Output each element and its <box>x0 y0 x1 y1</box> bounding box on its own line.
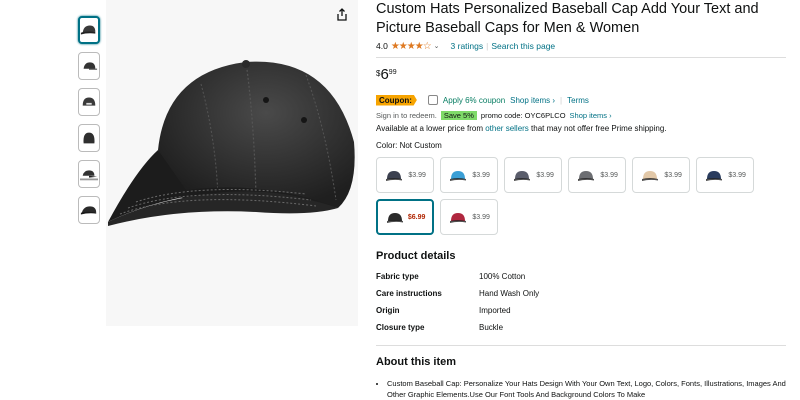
other-sellers-link[interactable]: other sellers <box>485 124 529 133</box>
table-row: Care instructions Hand Wash Only <box>376 289 539 306</box>
color-swatch[interactable]: $3.99 <box>376 157 434 193</box>
cap-icon <box>83 62 98 70</box>
table-row: Origin Imported <box>376 306 539 323</box>
cap-icon <box>450 171 467 181</box>
about-this-item-title: About this item <box>376 356 457 368</box>
color-swatch[interactable]: $6.99 <box>376 199 434 235</box>
rating-value: 4.0 <box>376 41 388 51</box>
color-swatch[interactable]: $3.99 <box>568 157 626 193</box>
thumbnail-strip <box>78 16 104 232</box>
color-swatch[interactable]: $3.99 <box>632 157 690 193</box>
cap-icon <box>82 97 96 106</box>
product-details-section: Product details Fabric type 100% Cotton Ca… <box>376 250 786 340</box>
cap-icon <box>80 25 96 35</box>
baseball-cap-image <box>108 60 355 226</box>
promo-code-text: promo code: OYC6PLCO <box>480 111 566 120</box>
swatch-price: $3.99 <box>664 171 682 179</box>
availability-prefix: Available at a lower price from <box>376 124 486 133</box>
promo-row: Sign in to redeem. Save 5% promo code: O… <box>376 110 786 121</box>
thumbnail-cap-flat[interactable] <box>78 196 100 224</box>
product-title: Custom Hats Personalized Baseball Cap Ad… <box>376 1 759 36</box>
list-item: Custom Baseball Cap: Personalize Your Ha… <box>387 378 786 400</box>
detail-value: 100% Cotton <box>479 272 526 281</box>
ratings-count-link[interactable]: 3 ratings <box>451 41 484 51</box>
thumbnail-cap-back[interactable] <box>78 124 100 152</box>
thumbnail-cap-front[interactable] <box>78 16 100 44</box>
swatch-price: $3.99 <box>728 171 746 179</box>
cap-icon <box>450 213 467 223</box>
separator: | <box>560 95 563 105</box>
table-row: Fabric type 100% Cotton <box>376 272 539 289</box>
cap-icon <box>514 171 531 181</box>
cap-icon <box>83 132 95 144</box>
table-row: Closure type Buckle <box>376 323 539 340</box>
main-product-image[interactable] <box>106 0 358 326</box>
share-button[interactable] <box>334 6 350 22</box>
detail-value: Buckle <box>479 323 504 332</box>
color-swatch[interactable]: $3.99 <box>440 157 498 193</box>
cap-icon <box>386 213 403 223</box>
promo-shop-items-link[interactable]: Shop items › <box>570 111 612 120</box>
swatch-price: $3.99 <box>600 171 618 179</box>
thumbnail-cap-side[interactable] <box>78 52 100 80</box>
share-icon <box>337 7 347 21</box>
star-rating-icon[interactable]: ★★★★☆ <box>391 41 432 52</box>
product-details-table: Fabric type 100% Cotton Care instructions H… <box>376 272 539 340</box>
color-swatches: $3.99 $3.99 $3.99 $3.99 $3.99 $3.99 $6.99 $3.99 <box>376 157 766 235</box>
sign-in-to-redeem-text[interactable]: Sign in to redeem. <box>376 111 437 120</box>
thumbnail-cap-back-strap[interactable] <box>78 88 100 116</box>
price-fraction: 99 <box>388 69 397 76</box>
color-swatch[interactable]: $3.99 <box>440 199 498 235</box>
color-swatch[interactable]: $3.99 <box>696 157 754 193</box>
price-whole: 6 <box>380 66 389 83</box>
cap-icon <box>80 206 97 215</box>
cap-icon <box>642 171 659 181</box>
cap-icon <box>386 171 403 181</box>
swatch-price: $3.99 <box>536 171 554 179</box>
price: $ 6 99 <box>376 67 786 85</box>
cap-icon <box>578 171 595 181</box>
detail-key: Closure type <box>376 323 425 332</box>
save-badge: Save 5% <box>440 111 477 120</box>
coupon-row: Coupon: Apply 6% coupon Shop items › | T… <box>376 94 786 106</box>
coupon-shop-items-link[interactable]: Shop items › <box>510 96 555 105</box>
color-swatch[interactable]: $3.99 <box>504 157 562 193</box>
rating-row: 4.0 ★★★★☆ ⌄ 3 ratings | Search this page <box>376 40 786 52</box>
divider <box>376 57 786 58</box>
detail-key: Fabric type <box>376 272 419 281</box>
cap-icon <box>706 171 723 181</box>
product-details-column: Custom Hats Personalized Baseball Cap Ad… <box>376 0 786 400</box>
detail-key: Origin <box>376 306 400 315</box>
swatch-price: $6.99 <box>407 213 426 221</box>
about-this-item-section: About this item Custom Baseball Cap: Per… <box>376 356 786 400</box>
chevron-down-icon[interactable]: ⌄ <box>434 42 440 50</box>
about-bullets: Custom Baseball Cap: Personalize Your Ha… <box>376 378 786 400</box>
separator: | <box>486 41 489 51</box>
availability-text: Available at a lower price from other se… <box>376 124 786 135</box>
availability-suffix: that may not offer free Prime shipping. <box>528 124 667 133</box>
coupon-badge: Coupon: <box>376 94 417 106</box>
thumbnail-cap-model[interactable] <box>78 160 100 188</box>
swatch-price: $3.99 <box>408 171 426 179</box>
coupon-checkbox[interactable] <box>427 95 438 105</box>
search-this-page-link[interactable]: Search this page <box>491 41 555 51</box>
detail-key: Care instructions <box>376 289 442 298</box>
detail-value: Hand Wash Only <box>479 289 540 298</box>
detail-value: Imported <box>479 306 511 315</box>
apply-coupon-label[interactable]: Apply 6% coupon <box>443 96 505 105</box>
divider <box>376 345 786 346</box>
color-label: Color: Not Custom <box>376 141 442 150</box>
swatch-price: $3.99 <box>472 171 490 179</box>
terms-link[interactable]: Terms <box>567 96 589 105</box>
cap-icon <box>80 170 98 181</box>
product-details-title: Product details <box>376 250 456 262</box>
swatch-price: $3.99 <box>472 213 490 221</box>
